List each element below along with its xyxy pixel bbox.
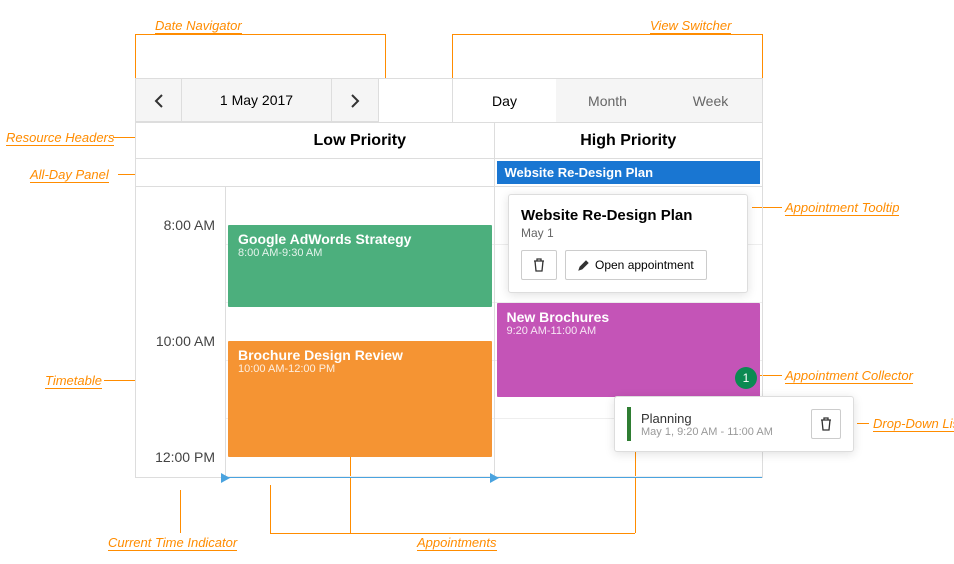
label-all-day-panel: All-Day Panel (30, 167, 109, 183)
resource-header-high: High Priority (494, 123, 763, 158)
prev-button[interactable] (136, 79, 182, 122)
resource-header-low: Low Priority (226, 123, 494, 158)
toolbar-spacer (379, 79, 452, 122)
trash-icon (820, 417, 832, 431)
label-date-navigator: Date Navigator (155, 18, 242, 34)
tab-day[interactable]: Day (453, 79, 556, 122)
appointment-google-adwords[interactable]: Google AdWords Strategy 8:00 AM-9:30 AM (228, 225, 492, 307)
allday-cell-high[interactable]: Website Re-Design Plan (494, 159, 763, 186)
appointment-website-redesign[interactable]: Website Re-Design Plan (497, 161, 761, 184)
tooltip-title: Website Re-Design Plan (521, 207, 735, 224)
time-label: 12:00 PM (155, 449, 215, 465)
next-button[interactable] (332, 79, 378, 122)
label-appointment-collector: Appointment Collector (785, 368, 913, 384)
label-view-switcher: View Switcher (650, 18, 731, 34)
appointment-title: New Brochures (507, 309, 751, 325)
trash-icon (533, 258, 545, 272)
label-appointments: Appointments (417, 535, 497, 551)
appointment-title: Brochure Design Review (238, 347, 482, 363)
allday-cell-low[interactable] (226, 159, 494, 186)
all-day-panel: Website Re-Design Plan (136, 159, 762, 187)
current-time-indicator (226, 477, 494, 478)
time-header-spacer (136, 123, 226, 158)
resource-headers: Low Priority High Priority (136, 123, 762, 159)
drop-down-list: Planning May 1, 9:20 AM - 11:00 AM (614, 396, 854, 452)
time-label: 10:00 AM (156, 333, 215, 349)
view-switcher: Day Month Week (452, 79, 762, 122)
appointment-tooltip: Website Re-Design Plan May 1 Open appoin… (508, 194, 748, 293)
time-column: 8:00 AM 10:00 AM 12:00 PM (136, 187, 226, 477)
tooltip-date: May 1 (521, 226, 735, 240)
open-appointment-label: Open appointment (595, 258, 694, 272)
label-drop-down-list: Drop-Down List (873, 416, 954, 432)
open-appointment-button[interactable]: Open appointment (565, 250, 707, 280)
ddl-info[interactable]: Planning May 1, 9:20 AM - 11:00 AM (641, 411, 773, 438)
date-navigator: 1 May 2017 (136, 79, 379, 122)
appointment-collector[interactable]: 1 (735, 367, 757, 389)
label-timetable: Timetable (45, 373, 102, 389)
current-time-indicator (495, 477, 763, 478)
appointment-subtitle: 9:20 AM-11:00 AM (507, 325, 751, 337)
appointment-brochure-review[interactable]: Brochure Design Review 10:00 AM-12:00 PM (228, 341, 492, 457)
label-resource-headers: Resource Headers (6, 130, 114, 146)
resource-column-low[interactable]: Google AdWords Strategy 8:00 AM-9:30 AM … (226, 187, 494, 477)
tab-month[interactable]: Month (556, 79, 659, 122)
allday-spacer (136, 159, 226, 186)
ddl-color-bar (627, 407, 631, 441)
tab-week[interactable]: Week (659, 79, 762, 122)
time-label: 8:00 AM (164, 217, 215, 233)
toolbar: 1 May 2017 Day Month Week (136, 79, 762, 123)
appointment-new-brochures[interactable]: New Brochures 9:20 AM-11:00 AM (497, 303, 761, 397)
chevron-left-icon (154, 94, 164, 108)
appointment-subtitle: 8:00 AM-9:30 AM (238, 247, 482, 259)
appointment-title: Google AdWords Strategy (238, 231, 482, 247)
appointment-subtitle: 10:00 AM-12:00 PM (238, 363, 482, 375)
ddl-item-date: May 1, 9:20 AM - 11:00 AM (641, 426, 773, 438)
label-current-time-indicator: Current Time Indicator (108, 535, 237, 551)
label-appointment-tooltip: Appointment Tooltip (785, 200, 899, 216)
chevron-right-icon (350, 94, 360, 108)
ddl-item-name: Planning (641, 411, 773, 426)
pencil-icon (578, 260, 589, 271)
delete-button[interactable] (521, 250, 557, 280)
date-display[interactable]: 1 May 2017 (182, 79, 332, 121)
tooltip-buttons: Open appointment (521, 250, 735, 280)
ddl-delete-button[interactable] (811, 409, 841, 439)
